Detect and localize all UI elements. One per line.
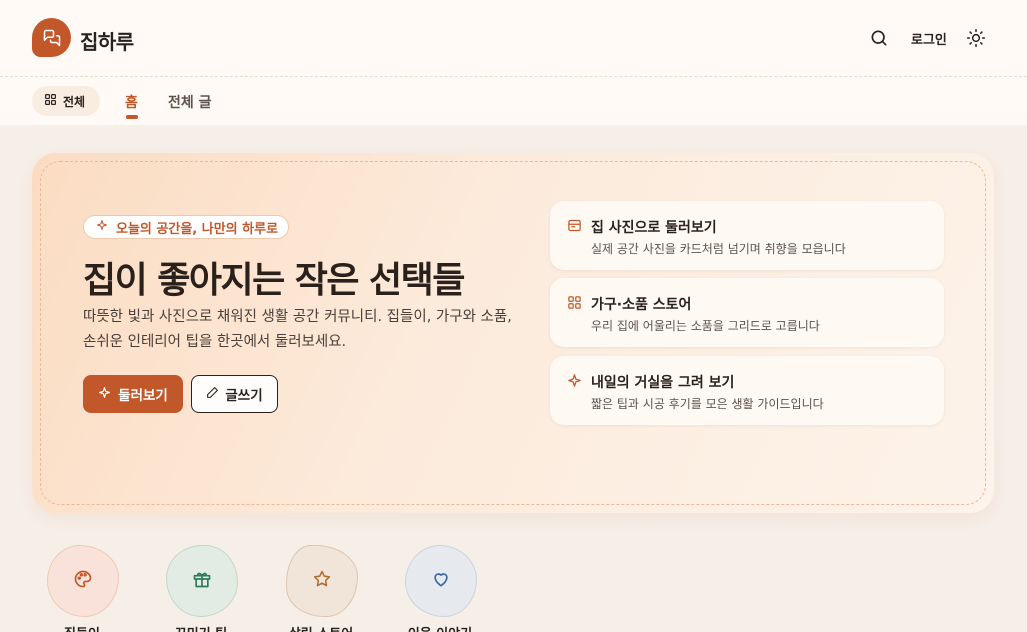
feature-description: 우리 집에 어울리는 소품을 그리드로 고릅니다 <box>591 319 820 333</box>
top-header: 집하루 로그인 <box>0 0 1027 77</box>
grid-icon <box>567 295 582 310</box>
sparkle-icon <box>567 373 582 388</box>
category-neighbors[interactable] <box>405 545 477 617</box>
write-button-label: 글쓰기 <box>225 388 263 404</box>
feature-card-store[interactable]: 가구·소품 스토어 우리 집에 어울리는 소품을 그리드로 고릅니다 <box>550 278 944 347</box>
browse-button-label: 둘러보기 <box>118 388 168 404</box>
star-icon <box>312 569 332 593</box>
active-tab-indicator <box>126 115 138 119</box>
feature-description: 짧은 팁과 시공 후기를 모은 생활 가이드입니다 <box>591 397 824 411</box>
image-icon <box>567 218 582 233</box>
tab-home[interactable]: 홈 <box>125 92 138 112</box>
category-label: 살림 스토어 <box>266 623 376 632</box>
feature-title: 집 사진으로 둘러보기 <box>591 220 717 236</box>
sun-icon[interactable] <box>966 28 986 48</box>
hero-eyebrow-text: 오늘의 공간을, 나만의 하루로 <box>116 221 279 237</box>
brand-name[interactable]: 집하루 <box>80 26 134 55</box>
category-menu-label: 전체 <box>63 94 86 109</box>
hero-section: 오늘의 공간을, 나만의 하루로 집이 좋아지는 작은 선택들 따뜻한 빛과 사… <box>32 153 994 513</box>
category-store[interactable] <box>286 545 358 617</box>
feature-description: 실제 공간 사진을 카드처럼 넘기며 취향을 모읍니다 <box>591 242 846 256</box>
login-button[interactable]: 로그인 <box>906 29 952 48</box>
nav-bar: 전체 홈 전체 글 <box>0 77 1027 125</box>
category-label: 꾸미기 팁 <box>146 623 256 632</box>
feature-title: 내일의 거실을 그려 보기 <box>591 375 735 391</box>
sparkle-icon <box>96 219 108 235</box>
search-icon[interactable] <box>869 28 889 48</box>
feature-title: 가구·소품 스토어 <box>591 297 692 313</box>
feature-card-guide[interactable]: 내일의 거실을 그려 보기 짧은 팁과 시공 후기를 모은 생활 가이드입니다 <box>550 356 944 425</box>
category-housewarming[interactable] <box>47 545 119 617</box>
pencil-icon <box>206 386 219 403</box>
write-button[interactable]: 글쓰기 <box>191 375 278 413</box>
feature-card-photos[interactable]: 집 사진으로 둘러보기 실제 공간 사진을 카드처럼 넘기며 취향을 모읍니다 <box>550 201 944 270</box>
tab-all-posts[interactable]: 전체 글 <box>168 92 212 112</box>
hero-eyebrow-badge: 오늘의 공간을, 나만의 하루로 <box>83 215 290 239</box>
sparkle-icon <box>98 386 111 403</box>
grid-icon <box>44 93 57 109</box>
category-menu-button[interactable]: 전체 <box>32 86 100 116</box>
category-tips[interactable] <box>166 545 238 617</box>
heart-icon <box>431 569 451 593</box>
category-label: 이웃 이야기 <box>385 623 495 632</box>
palette-icon <box>73 569 93 593</box>
browse-button[interactable]: 둘러보기 <box>83 375 183 413</box>
hero-title: 집이 좋아지는 작은 선택들 <box>83 260 465 301</box>
gift-icon <box>192 569 212 593</box>
logo-chat-icon[interactable] <box>32 18 71 57</box>
hero-description: 따뜻한 빛과 사진으로 채워진 생활 공간 커뮤니티. 집들이, 가구와 소품,… <box>83 309 512 350</box>
category-label: 집들이 <box>27 623 137 632</box>
